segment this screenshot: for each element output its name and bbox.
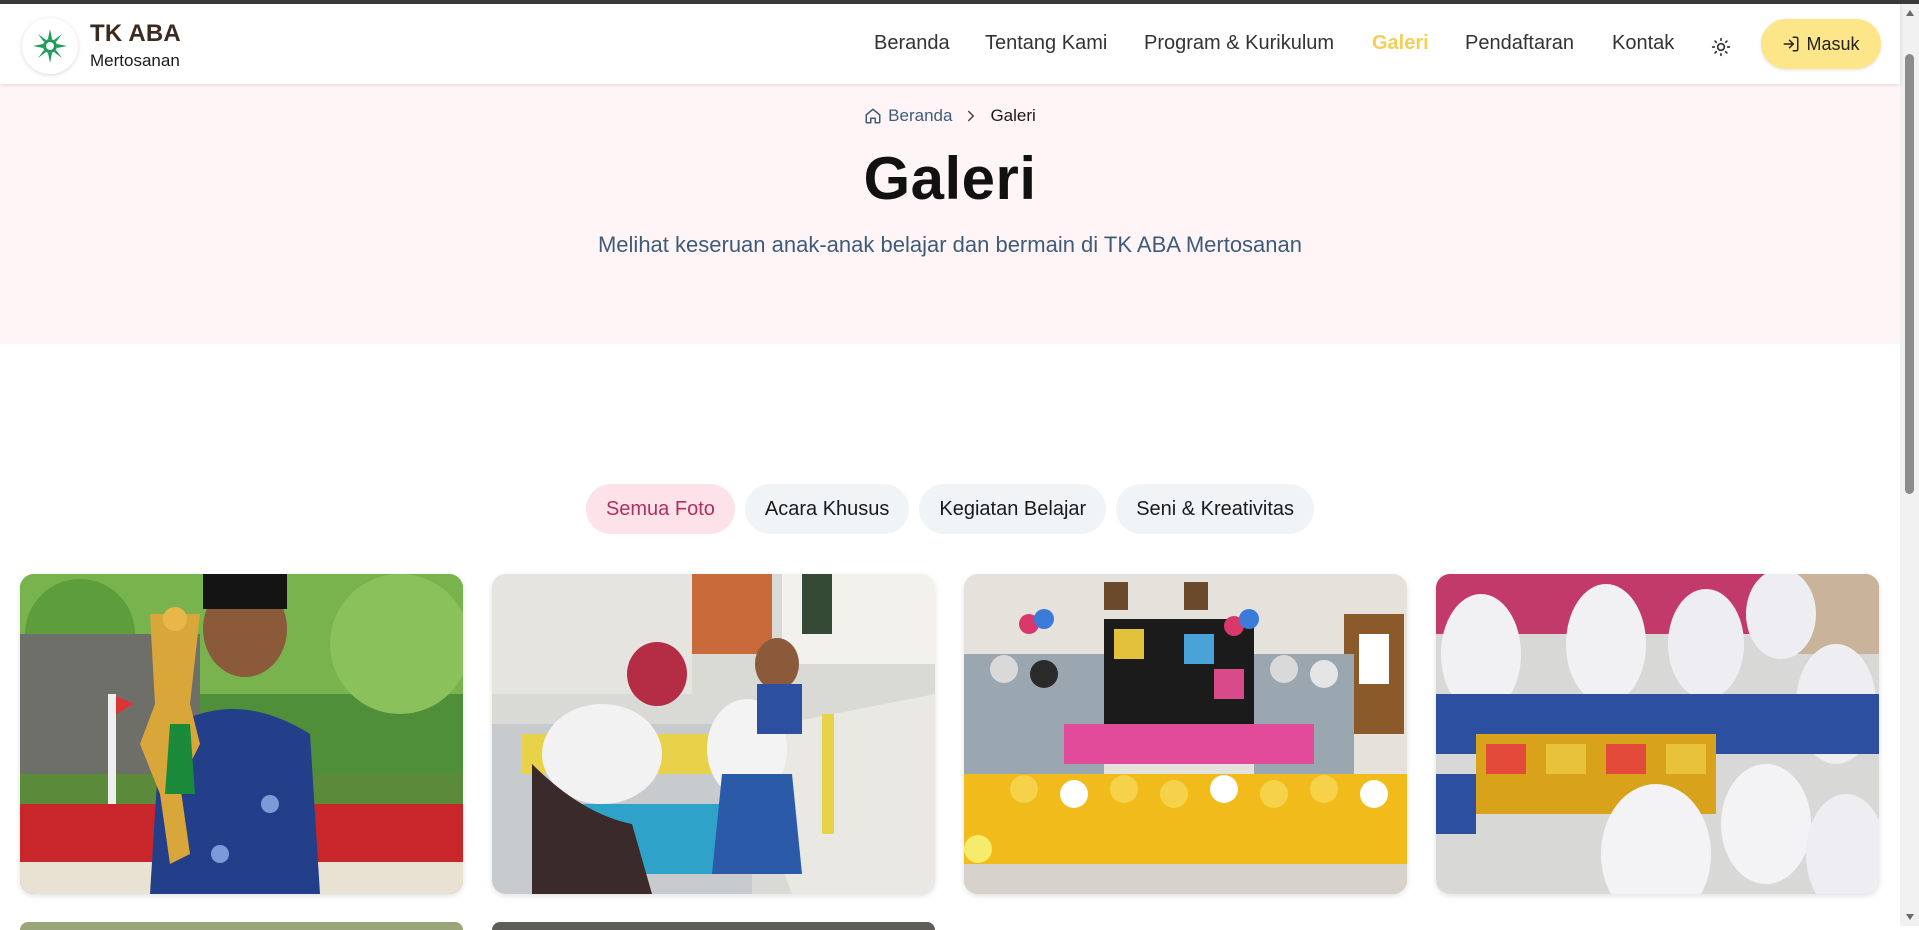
scroll-up-icon[interactable] bbox=[1900, 4, 1919, 22]
site-header: TK ABA Mertosanan Beranda Tentang Kami P… bbox=[0, 4, 1900, 84]
photo-image bbox=[20, 574, 463, 894]
gallery-photo-row2-1[interactable] bbox=[20, 922, 463, 930]
gallery-photo-children-writing[interactable] bbox=[492, 574, 935, 894]
breadcrumb-home-link[interactable]: Beranda bbox=[864, 106, 952, 126]
chevron-right-icon bbox=[962, 107, 980, 125]
breadcrumb-home-label: Beranda bbox=[888, 106, 953, 125]
gallery-photo-row2-2[interactable] bbox=[492, 922, 935, 930]
filter-kegiatan-belajar[interactable]: Kegiatan Belajar bbox=[919, 484, 1107, 534]
nav-program-kurikulum[interactable]: Program & Kurikulum bbox=[1144, 32, 1334, 55]
filter-semua-foto[interactable]: Semua Foto bbox=[585, 484, 735, 534]
theme-toggle-button[interactable] bbox=[1708, 34, 1734, 60]
filter-seni-kreativitas[interactable]: Seni & Kreativitas bbox=[1116, 484, 1315, 534]
nav-tentang-kami[interactable]: Tentang Kami bbox=[985, 32, 1107, 55]
page-scrollbar[interactable] bbox=[1900, 4, 1919, 926]
breadcrumb: Beranda Galeri bbox=[0, 106, 1900, 126]
gallery-grid bbox=[20, 574, 1882, 894]
page-title: Galeri bbox=[863, 145, 1037, 212]
home-icon bbox=[865, 108, 881, 124]
photo-image bbox=[964, 574, 1407, 894]
gallery-filter-bar: Semua Foto Acara Khusus Kegiatan Belajar… bbox=[0, 484, 1900, 534]
scrollbar-thumb[interactable] bbox=[1905, 54, 1914, 494]
gallery-photo-group-celebration[interactable] bbox=[964, 574, 1407, 894]
brand-subtitle: Mertosanan bbox=[90, 51, 180, 70]
school-logo[interactable] bbox=[22, 18, 78, 74]
photo-image bbox=[492, 574, 935, 894]
log-in-icon bbox=[1783, 36, 1799, 52]
sun-icon bbox=[1711, 37, 1731, 57]
photo-image bbox=[1436, 574, 1879, 894]
login-label: Masuk bbox=[1806, 33, 1860, 54]
gallery-photo-boy-trophy[interactable] bbox=[20, 574, 463, 894]
nav-beranda[interactable]: Beranda bbox=[874, 32, 950, 55]
login-button[interactable]: Masuk bbox=[1761, 19, 1881, 69]
nav-pendaftaran[interactable]: Pendaftaran bbox=[1465, 32, 1574, 55]
brand-title[interactable]: TK ABA bbox=[90, 20, 181, 48]
nav-kontak[interactable]: Kontak bbox=[1612, 32, 1674, 55]
filter-acara-khusus[interactable]: Acara Khusus bbox=[744, 484, 910, 534]
nav-galeri[interactable]: Galeri bbox=[1372, 32, 1429, 55]
muhammadiyah-sun-icon bbox=[33, 29, 67, 63]
gallery-photo-children-hijab[interactable] bbox=[1436, 574, 1879, 894]
scroll-down-icon[interactable] bbox=[1900, 908, 1919, 926]
page-subtitle: Melihat keseruan anak-anak belajar dan b… bbox=[597, 232, 1302, 257]
breadcrumb-current: Galeri bbox=[990, 106, 1036, 125]
